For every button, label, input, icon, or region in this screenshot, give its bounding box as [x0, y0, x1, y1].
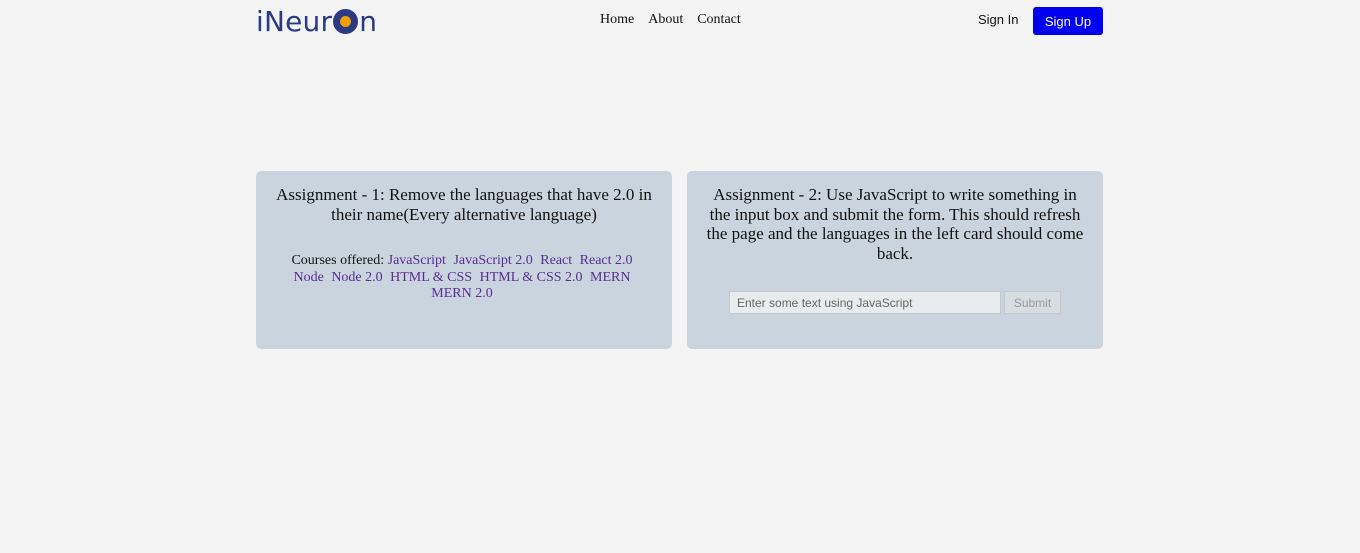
- course-item: HTML & CSS 2.0: [479, 269, 583, 285]
- logo-text-prefix: iNeur: [256, 4, 333, 38]
- courses-label: Courses offered:: [291, 253, 385, 268]
- assignment-2-form: Submit: [729, 291, 1061, 314]
- assignment-2-card: Assignment - 2: Use JavaScript to write …: [687, 171, 1103, 349]
- courses-list: Courses offered: JavaScript JavaScript 2…: [270, 253, 658, 303]
- sign-up-button[interactable]: Sign Up: [1033, 7, 1103, 35]
- course-item: React 2.0: [579, 253, 633, 268]
- main-nav: Home About Contact: [600, 12, 741, 28]
- assignment-2-title: Assignment - 2: Use JavaScript to write …: [706, 185, 1084, 263]
- logo-text-suffix: n: [359, 4, 378, 38]
- nav-contact-link[interactable]: Contact: [697, 12, 741, 28]
- nav-home-link[interactable]: Home: [600, 12, 634, 28]
- course-item: JavaScript 2.0: [453, 253, 533, 268]
- course-item: MERN: [590, 269, 631, 285]
- assignment-1-title: Assignment - 1: Remove the languages tha…: [276, 185, 652, 224]
- course-item: HTML & CSS: [390, 269, 473, 285]
- course-item: MERN 2.0: [431, 286, 493, 301]
- nav-about-link[interactable]: About: [648, 12, 683, 28]
- course-item: Node 2.0: [331, 269, 383, 285]
- assignment-1-card: Assignment - 1: Remove the languages tha…: [256, 171, 672, 349]
- site-header: iNeur n Home About Contact Sign In Sign …: [256, 0, 1103, 42]
- course-item: React: [540, 253, 573, 268]
- sign-in-link[interactable]: Sign In: [978, 12, 1018, 27]
- text-input[interactable]: [729, 291, 1001, 314]
- course-item: JavaScript: [387, 253, 446, 268]
- submit-button[interactable]: Submit: [1004, 291, 1061, 314]
- page: iNeur n Home About Contact Sign In Sign …: [0, 0, 1360, 553]
- course-item: Node: [293, 269, 324, 285]
- ineuron-logo[interactable]: iNeur n: [256, 4, 377, 38]
- logo-o-icon: [333, 8, 359, 34]
